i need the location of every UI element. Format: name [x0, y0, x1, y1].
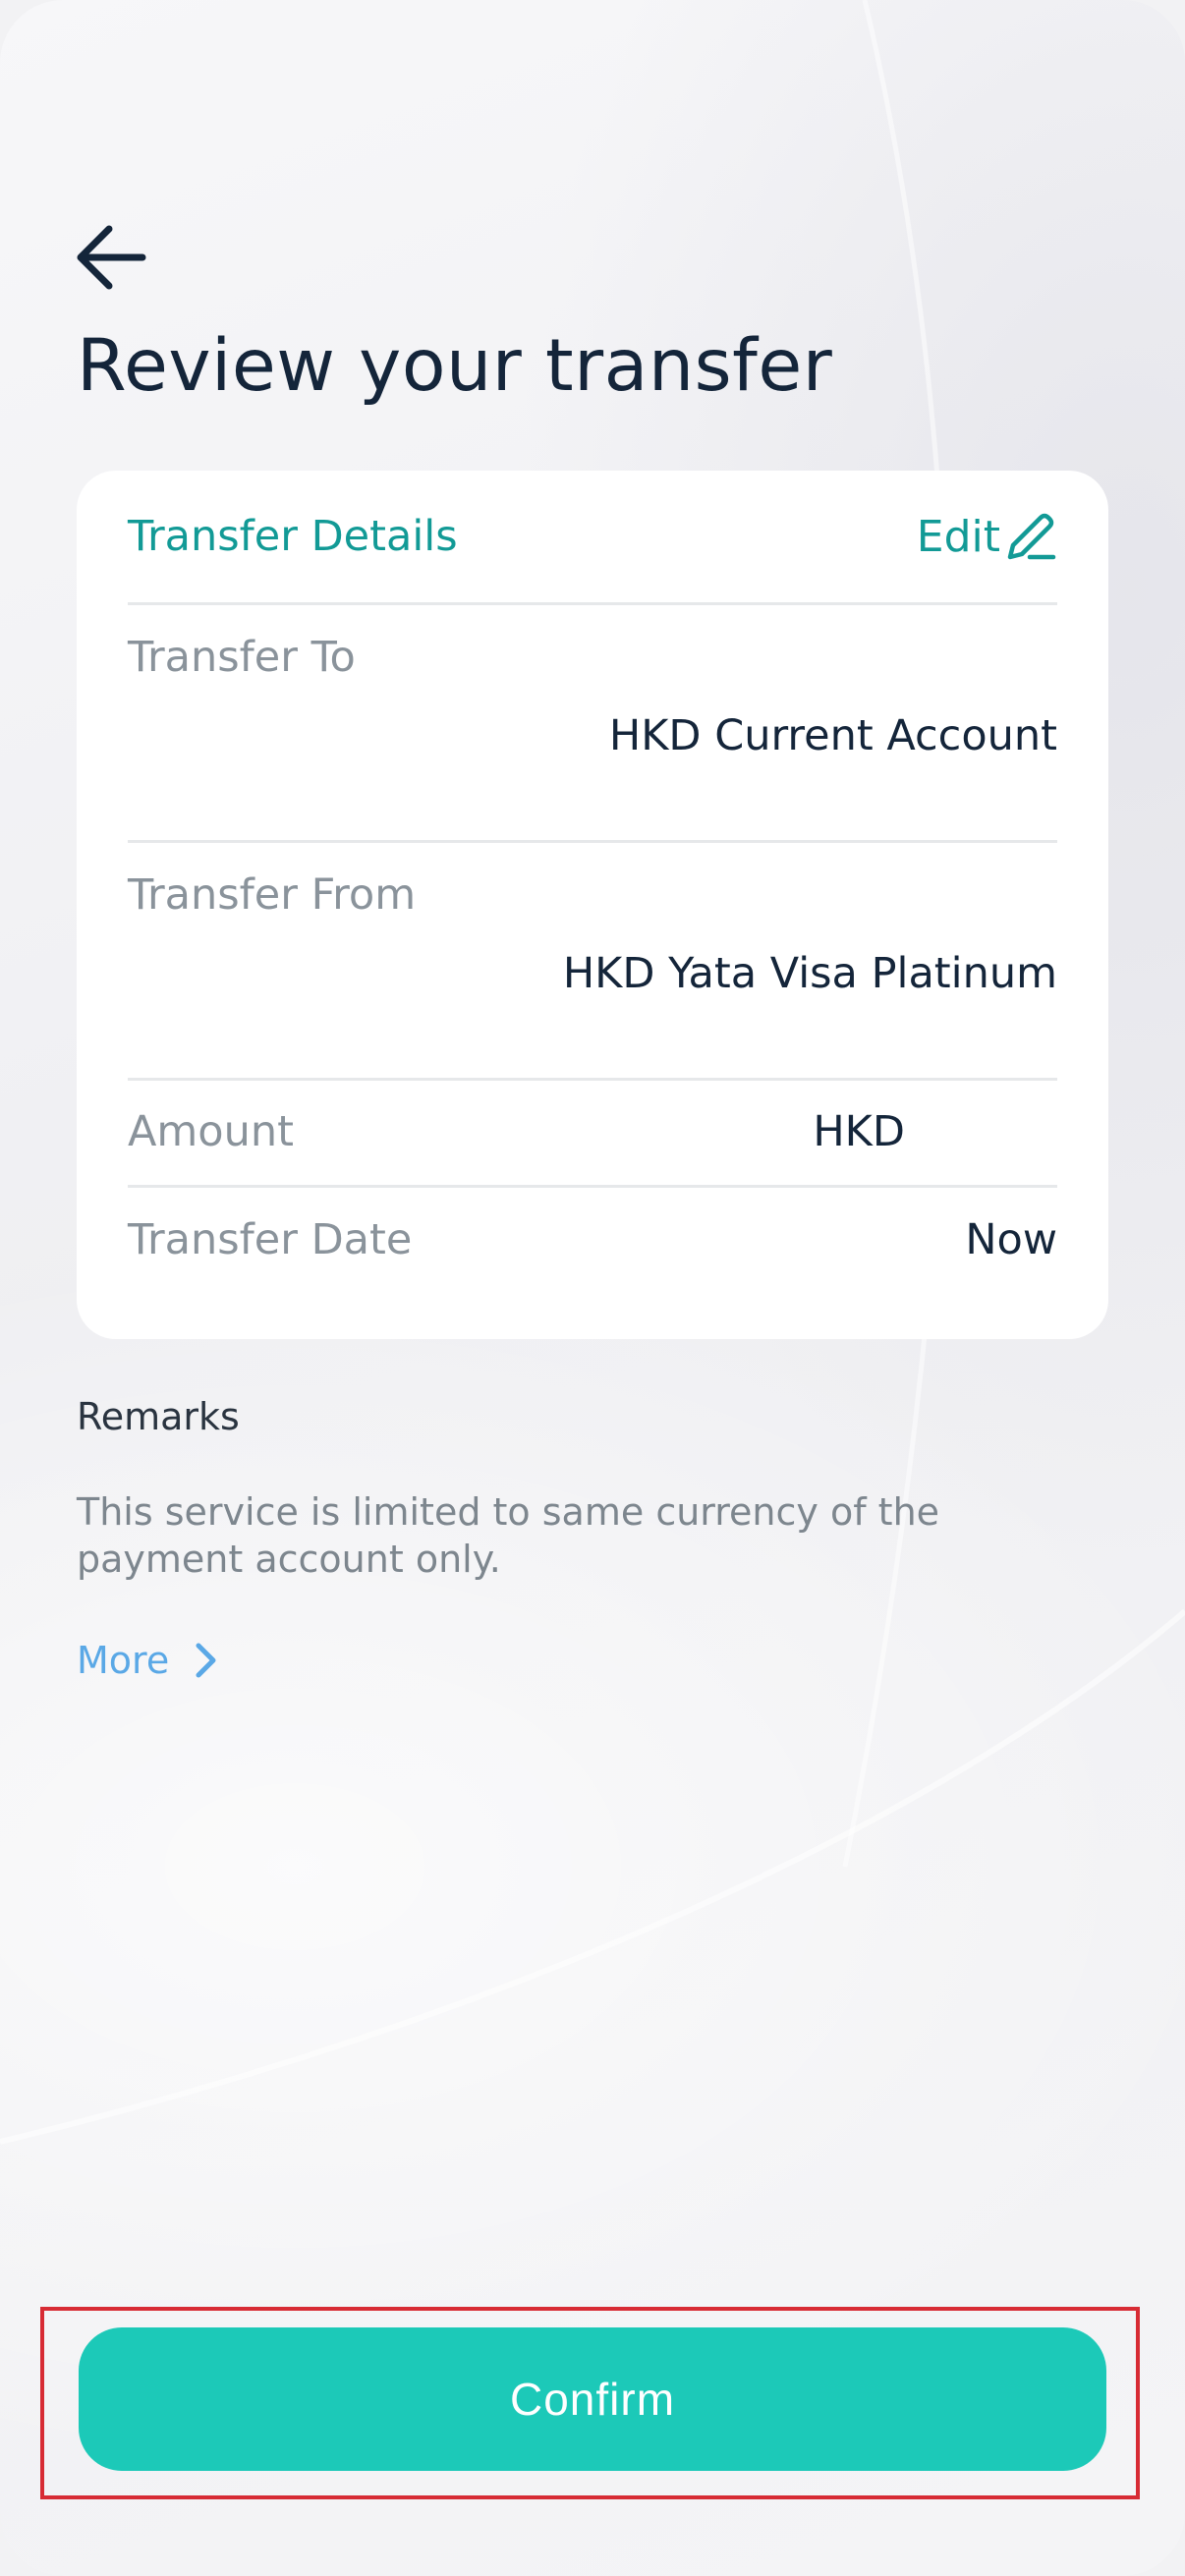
transfer-to-value: HKD Current Account [608, 711, 1057, 760]
screen: Review your transfer Transfer Details Ed… [0, 0, 1185, 2576]
edit-button[interactable]: Edit [917, 510, 1057, 563]
remarks-text: This service is limited to same currency… [77, 1490, 940, 1581]
back-button[interactable] [69, 216, 151, 299]
amount-row: Amount HKD [128, 1081, 1057, 1188]
page-title: Review your transfer [77, 324, 833, 408]
more-label: More [77, 1639, 170, 1682]
edit-label: Edit [916, 511, 1000, 562]
transfer-date-value: Now [965, 1215, 1057, 1264]
transfer-date-label: Transfer Date [128, 1215, 413, 1264]
remarks-title: Remarks [77, 1395, 240, 1438]
pencil-icon [1007, 513, 1056, 560]
card-title: Transfer Details [128, 512, 458, 561]
chevron-right-icon [196, 1643, 216, 1678]
transfer-from-row: Transfer From HKD Yata Visa Platinum [128, 843, 1057, 1081]
transfer-to-row: Transfer To HKD Current Account [128, 605, 1057, 843]
confirm-button[interactable]: Confirm [79, 2327, 1106, 2471]
arrow-left-icon [77, 225, 146, 290]
transfer-from-value: HKD Yata Visa Platinum [562, 949, 1057, 998]
transfer-from-label: Transfer From [128, 870, 417, 920]
card-header: Transfer Details Edit [128, 471, 1057, 605]
amount-label: Amount [128, 1107, 294, 1156]
confirm-label: Confirm [509, 2374, 676, 2425]
amount-value: HKD [813, 1107, 905, 1156]
transfer-details-card: Transfer Details Edit Transfer To HKD Cu… [77, 471, 1108, 1339]
transfer-date-row: Transfer Date Now [128, 1188, 1057, 1292]
transfer-to-label: Transfer To [128, 633, 356, 682]
more-link[interactable]: More [77, 1639, 220, 1682]
